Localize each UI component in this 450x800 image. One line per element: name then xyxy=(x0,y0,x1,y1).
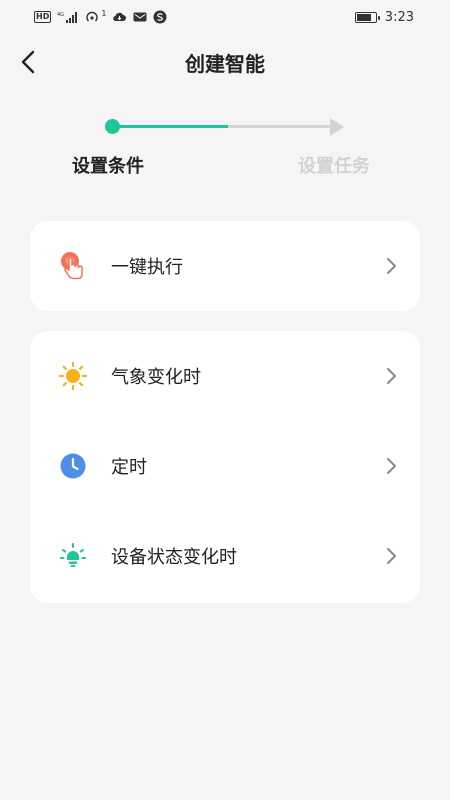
step-label-tasks: 设置任务 xyxy=(298,156,370,177)
condition-one-tap[interactable]: 一键执行 xyxy=(30,221,420,311)
condition-weather-label: 气象变化时 xyxy=(111,367,201,388)
status-icons-right: 3:23 xyxy=(354,9,414,25)
cloud-download-icon xyxy=(112,11,127,23)
condition-timer-label: 定时 xyxy=(111,457,147,478)
chevron-right-icon xyxy=(386,457,398,475)
chevron-right-icon xyxy=(386,257,398,275)
condition-device-state-change[interactable]: 设备状态变化时 xyxy=(30,511,420,601)
step-label-conditions: 设置条件 xyxy=(72,156,144,177)
hd-icon: HD xyxy=(34,11,52,23)
hotspot-count: 1 xyxy=(101,8,107,18)
condition-timer[interactable]: 定时 xyxy=(30,421,420,511)
progress-stepper: 设置条件 设置任务 xyxy=(0,110,450,190)
header-bar: 创建智能 xyxy=(0,34,450,90)
app-s-icon xyxy=(153,10,167,24)
battery-icon xyxy=(354,11,380,23)
condition-device-state-label: 设备状态变化时 xyxy=(111,547,237,568)
condition-one-tap-label: 一键执行 xyxy=(111,257,183,278)
step-arrow-icon xyxy=(330,118,344,136)
mail-icon xyxy=(133,11,147,23)
status-bar: HD 4G 1 3:23 xyxy=(0,0,450,34)
condition-weather-change[interactable]: 气象变化时 xyxy=(30,331,420,421)
bulb-icon xyxy=(58,541,88,571)
back-arrow-icon xyxy=(21,50,35,74)
sun-icon xyxy=(58,361,88,391)
step-progress-line-active xyxy=(118,125,228,128)
condition-card-auto: 气象变化时 定时 设备状态变化时 xyxy=(30,331,420,603)
chevron-right-icon xyxy=(386,367,398,385)
battery-level-fill xyxy=(356,13,372,21)
network-type-label: 4G xyxy=(57,12,64,18)
status-icons-left: HD 4G 1 xyxy=(34,8,167,24)
tap-hand-icon xyxy=(58,251,88,281)
clock-icon xyxy=(58,451,88,481)
chevron-right-icon xyxy=(386,547,398,565)
hotspot-icon xyxy=(85,10,101,24)
status-time: 3:23 xyxy=(384,9,414,25)
step-progress-line-inactive xyxy=(228,125,332,128)
condition-card-manual: 一键执行 xyxy=(30,221,420,311)
page-title: 创建智能 xyxy=(185,51,265,76)
back-button[interactable] xyxy=(14,46,42,78)
signal-icon: 4G xyxy=(57,11,79,23)
